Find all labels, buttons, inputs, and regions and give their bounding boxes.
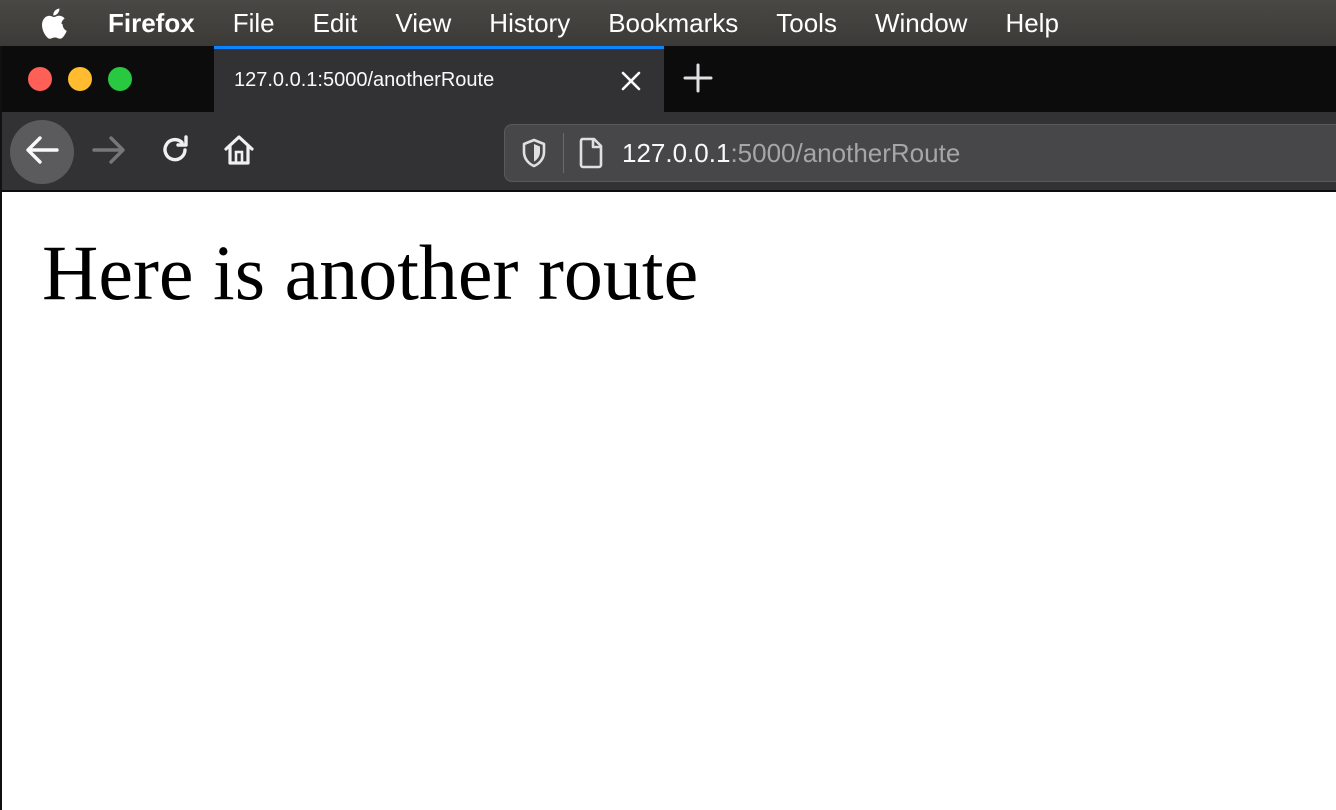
menu-view[interactable]: View (395, 0, 451, 46)
home-button[interactable] (216, 130, 262, 174)
url-host: 127.0.0.1 (622, 137, 731, 168)
back-button[interactable] (10, 120, 74, 184)
url-separator (563, 133, 564, 173)
menu-tools[interactable]: Tools (776, 0, 837, 46)
menu-firefox[interactable]: Firefox (108, 0, 195, 46)
menu-file[interactable]: File (233, 0, 275, 46)
reload-icon (158, 133, 192, 172)
apple-logo-icon[interactable] (40, 6, 70, 40)
page-content: Here is another route (2, 192, 1336, 810)
shield-icon[interactable] (519, 136, 549, 170)
menu-help[interactable]: Help (1005, 0, 1058, 46)
home-icon (222, 133, 256, 172)
plus-icon (683, 63, 713, 98)
page-heading: Here is another route (42, 229, 699, 316)
url-path: :5000/anotherRoute (730, 137, 961, 168)
window-maximize-button[interactable] (108, 67, 132, 91)
menu-history[interactable]: History (489, 0, 570, 46)
close-icon[interactable] (616, 66, 646, 96)
page-icon[interactable] (576, 136, 606, 170)
tab-title: 127.0.0.1:5000/anotherRoute (234, 69, 495, 91)
window-minimize-button[interactable] (68, 67, 92, 91)
arrow-right-icon (91, 134, 127, 171)
tab-active[interactable]: 127.0.0.1:5000/anotherRoute (214, 46, 664, 112)
forward-button[interactable] (86, 130, 132, 174)
url-bar[interactable]: 127.0.0.1:5000/anotherRoute (504, 124, 1336, 182)
navigation-toolbar: 127.0.0.1:5000/anotherRoute (2, 112, 1336, 192)
tab-bar: 127.0.0.1:5000/anotherRoute (2, 46, 1336, 112)
menu-edit[interactable]: Edit (313, 0, 358, 46)
arrow-left-icon (24, 134, 60, 171)
new-tab-button[interactable] (678, 62, 718, 98)
url-text[interactable]: 127.0.0.1:5000/anotherRoute (622, 138, 960, 169)
browser-window: 127.0.0.1:5000/anotherRoute 127.0.0.1:50… (0, 46, 1336, 810)
macos-menu-bar: Firefox File Edit View History Bookmarks… (0, 0, 1336, 46)
menu-bookmarks[interactable]: Bookmarks (608, 0, 738, 46)
reload-button[interactable] (152, 130, 198, 174)
window-close-button[interactable] (28, 67, 52, 91)
menu-window[interactable]: Window (875, 0, 967, 46)
